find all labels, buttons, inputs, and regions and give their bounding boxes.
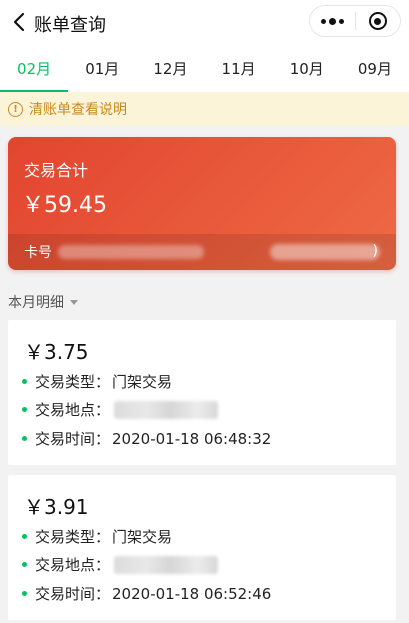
transaction-amount: ￥3.75	[24, 340, 89, 364]
top-bar: 账单查询	[0, 0, 409, 44]
month-tabs: 02月 01月 12月 11月 10月 09月	[0, 44, 409, 92]
page-title: 账单查询	[34, 15, 106, 36]
redacted-place	[114, 555, 219, 574]
back-button[interactable]	[6, 8, 32, 36]
bullet-icon	[22, 534, 27, 539]
redacted-card-number	[58, 245, 204, 259]
time-label: 交易时间：	[35, 585, 111, 603]
card-number-row: 卡号 )	[8, 234, 396, 270]
transaction-card[interactable]: ￥3.75 交易类型： 门架交易 交易地点： 交易时间： 2020-01-18 …	[8, 320, 396, 465]
redacted-card-owner	[270, 244, 380, 260]
tab-month-12[interactable]: 12月	[136, 44, 204, 92]
summary-card: 交易合计 ￥59.45 卡号 )	[8, 137, 396, 270]
type-label: 交易类型：	[35, 528, 111, 546]
more-button[interactable]	[310, 6, 355, 36]
transaction-place-row: 交易地点：	[22, 554, 219, 575]
caret-down-icon	[70, 299, 78, 305]
transaction-time-row: 交易时间： 2020-01-18 06:52:46	[22, 583, 271, 604]
transaction-place-row: 交易地点：	[22, 399, 219, 420]
close-button[interactable]	[356, 6, 401, 36]
more-dots-icon	[320, 17, 344, 25]
card-suffix: )	[372, 243, 378, 259]
transaction-type-row: 交易类型： 门架交易	[22, 371, 172, 392]
card-number-label: 卡号	[24, 245, 52, 261]
tab-month-11[interactable]: 11月	[205, 44, 273, 92]
tab-month-01[interactable]: 01月	[68, 44, 136, 92]
notice-text: 清账单查看说明	[29, 102, 127, 118]
transaction-time-row: 交易时间： 2020-01-18 06:48:32	[22, 428, 271, 449]
type-label: 交易类型：	[35, 373, 111, 391]
tab-month-02[interactable]: 02月	[0, 44, 69, 92]
place-label: 交易地点：	[35, 401, 111, 419]
time-value: 2020-01-18 06:48:32	[112, 429, 272, 448]
bullet-icon	[22, 379, 27, 384]
summary-label: 交易合计	[24, 161, 89, 180]
bullet-icon	[22, 436, 27, 441]
mini-program-capsule	[309, 5, 401, 37]
redacted-place	[114, 400, 219, 419]
alert-circle-icon: !	[8, 101, 23, 117]
chevron-left-icon	[13, 12, 25, 32]
type-value: 门架交易	[112, 373, 173, 391]
place-label: 交易地点：	[35, 556, 111, 574]
transaction-card[interactable]: ￥3.91 交易类型： 门架交易 交易地点： 交易时间： 2020-01-18 …	[8, 475, 396, 620]
type-value: 门架交易	[112, 528, 173, 546]
section-title: 本月明细	[8, 295, 64, 311]
bullet-icon	[22, 562, 27, 567]
month-detail-filter[interactable]: 本月明细	[8, 292, 78, 312]
time-label: 交易时间：	[35, 430, 111, 448]
transaction-type-row: 交易类型： 门架交易	[22, 526, 172, 547]
bullet-icon	[22, 407, 27, 412]
summary-amount: ￥59.45	[22, 193, 107, 218]
notice-bar[interactable]: ! 清账单查看说明	[0, 92, 409, 126]
tab-month-10[interactable]: 10月	[273, 44, 341, 92]
tab-month-09[interactable]: 09月	[341, 44, 409, 92]
time-value: 2020-01-18 06:52:46	[112, 584, 272, 603]
bullet-icon	[22, 591, 27, 596]
transaction-amount: ￥3.91	[24, 495, 89, 519]
target-circle-icon	[368, 12, 387, 30]
